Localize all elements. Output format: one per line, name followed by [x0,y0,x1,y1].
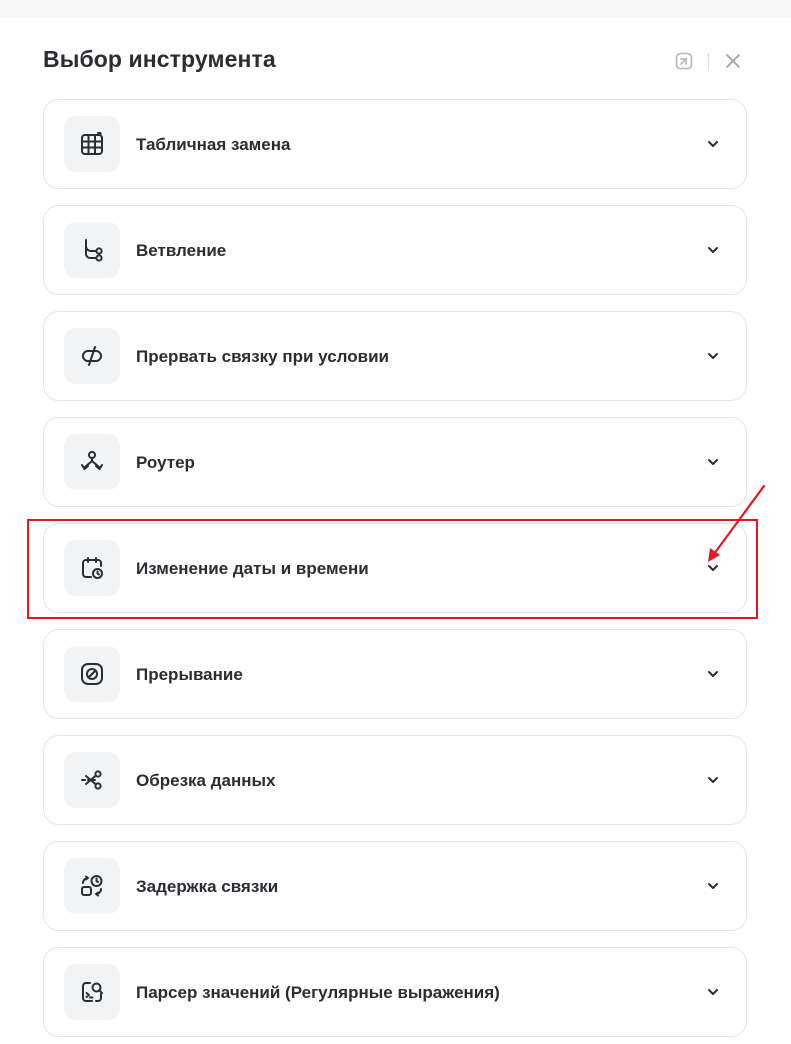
tool-item-value-parser[interactable]: Парсер значений (Регулярные выражения) [43,947,747,1037]
close-icon[interactable] [721,49,745,73]
tool-item-label: Ветвление [136,241,227,260]
tool-item-data-trim[interactable]: Обрезка данных [43,735,747,825]
expand-corner-icon[interactable] [672,49,696,73]
dialog-title: Выбор инструмента [43,46,276,72]
chevron-down-icon[interactable] [704,983,722,1001]
chevron-down-icon[interactable] [704,241,722,259]
table-grid-icon [64,116,120,172]
tool-item-label: Прервать связку при условии [136,347,389,366]
tool-item-label: Прерывание [136,665,243,684]
tool-item-date-time-change[interactable]: Изменение даты и времени [43,523,747,613]
delay-icon [64,858,120,914]
dialog-top-strip [0,0,791,18]
calendar-clock-icon [64,540,120,596]
chevron-down-icon[interactable] [704,453,722,471]
chevron-down-icon[interactable] [704,877,722,895]
chevron-down-icon[interactable] [704,771,722,789]
chevron-down-icon[interactable] [704,135,722,153]
break-link-icon [64,328,120,384]
header-actions [672,49,745,73]
chevron-down-icon[interactable] [704,665,722,683]
chevron-down-icon[interactable] [704,559,722,577]
tool-item-label: Парсер значений (Регулярные выражения) [136,983,500,1002]
router-icon [64,434,120,490]
tool-item-branching[interactable]: Ветвление [43,205,747,295]
branch-icon [64,222,120,278]
tool-item-table-replace[interactable]: Табличная замена [43,99,747,189]
scissors-icon [64,752,120,808]
tool-selection-dialog: Выбор инструмента Табличная замена Ветвл… [0,0,791,1044]
header-divider [708,53,709,69]
tool-item-interrupt[interactable]: Прерывание [43,629,747,719]
tool-item-link-delay[interactable]: Задержка связки [43,841,747,931]
chevron-down-icon[interactable] [704,347,722,365]
interrupt-icon [64,646,120,702]
tool-item-label: Изменение даты и времени [136,559,369,578]
tool-list: Табличная замена Ветвление Прервать связ… [43,99,747,1044]
regex-parser-icon [64,964,120,1020]
tool-item-label: Задержка связки [136,877,279,896]
tool-item-break-on-condition[interactable]: Прервать связку при условии [43,311,747,401]
tool-item-label: Роутер [136,453,195,472]
tool-item-label: Обрезка данных [136,771,276,790]
tool-item-label: Табличная замена [136,135,291,154]
tool-item-router[interactable]: Роутер [43,417,747,507]
